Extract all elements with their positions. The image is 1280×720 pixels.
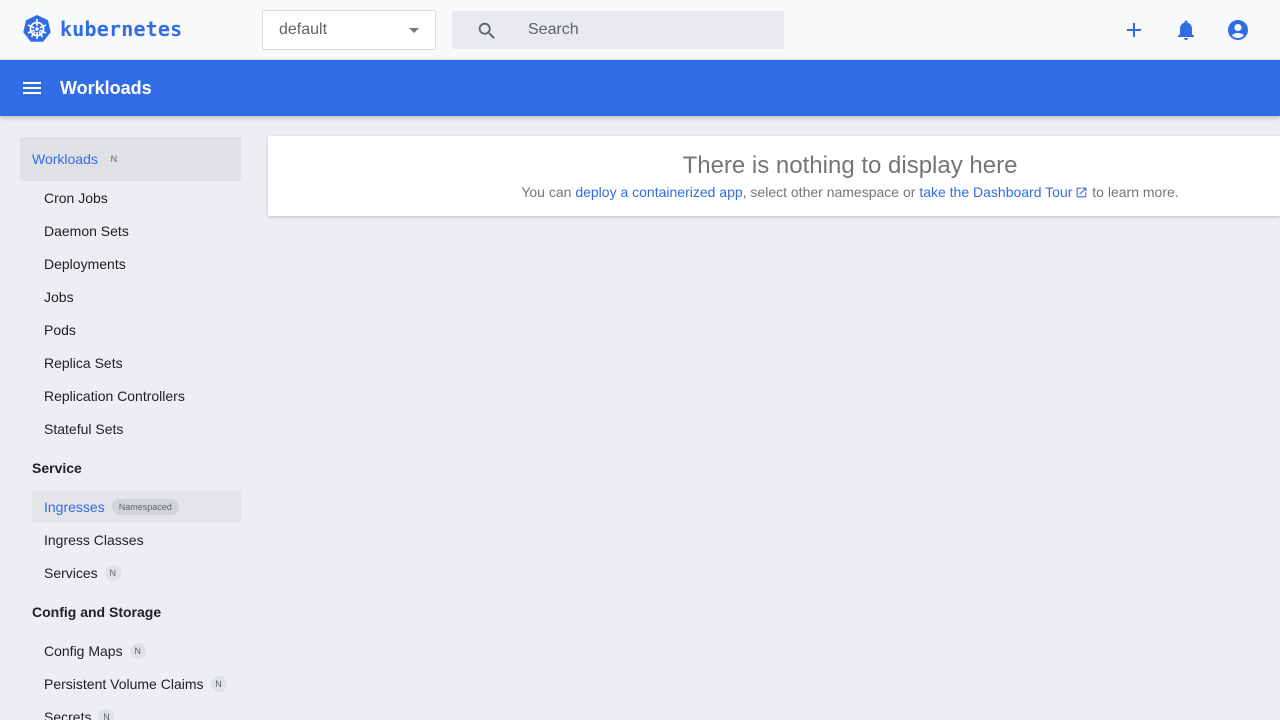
sidebar-item-replica-sets[interactable]: Replica Sets [44,353,123,373]
empty-state-title: There is nothing to display here [682,152,1018,179]
sidebar-item-replication-controllers[interactable]: Replication Controllers [44,386,185,406]
notifications-button[interactable] [1174,18,1198,47]
sidebar-item-label: Replication Controllers [44,388,185,404]
sidebar-section-config-storage[interactable]: Config and Storage [32,604,161,620]
sidebar-item-pods[interactable]: Pods [44,320,76,340]
sidebar-section-service[interactable]: Service [32,460,82,476]
search-input[interactable] [526,11,776,49]
dashboard-tour-link[interactable]: take the Dashboard Tour [919,184,1088,200]
sidebar-item-services[interactable]: Services N [44,563,121,583]
caret-down-icon [409,28,419,33]
sidebar-item-stateful-sets[interactable]: Stateful Sets [44,419,123,439]
sidebar-item-label: Pods [44,322,76,338]
search-bar [452,11,784,49]
top-bar: kubernetes default [0,0,1280,60]
deploy-app-link[interactable]: deploy a containerized app [575,184,742,200]
sidebar-item-secrets[interactable]: Secrets N [44,707,115,720]
namespaced-badge: Namespaced [111,499,179,515]
app-name: kubernetes [60,17,183,41]
search-icon[interactable] [476,20,498,42]
sidebar-item-cron-jobs[interactable]: Cron Jobs [44,188,108,208]
bell-icon [1178,20,1194,40]
page-toolbar: Workloads [0,60,1280,116]
sidebar-item-label: Secrets [44,709,92,720]
sidebar-item-daemon-sets[interactable]: Daemon Sets [44,221,129,241]
namespaced-badge: N [105,151,122,167]
sidebar-item-deployments[interactable]: Deployments [44,254,126,274]
plus-icon [1127,23,1141,37]
sidebar-item-label: Config Maps [44,643,123,659]
account-button[interactable] [1226,18,1250,47]
sidebar-item-label: Services [44,565,98,581]
create-button[interactable] [1122,18,1146,47]
sidebar-item-label: Persistent Volume Claims [44,676,204,692]
namespace-selector[interactable]: default [262,10,436,50]
kubernetes-logo-icon [23,15,51,42]
sidebar-item-persistent-volume-claims[interactable]: Persistent Volume Claims N [44,674,227,694]
kubernetes-logo[interactable]: kubernetes [22,14,182,44]
sidebar-item-label: Deployments [44,256,126,272]
sidebar-group-workloads[interactable]: Workloads N [20,137,241,181]
sidebar-item-label: Cron Jobs [44,190,108,206]
sidebar-item-ingress-classes[interactable]: Ingress Classes [44,530,144,550]
sidebar: Workloads N Cron Jobs Daemon Sets Deploy… [0,116,256,720]
namespaced-badge: N [104,565,121,581]
empty-state-message: You can deploy a containerized app, sele… [268,184,1280,200]
account-circle-icon [1228,20,1248,40]
menu-icon[interactable] [20,76,44,100]
empty-state-prefix: You can [521,184,576,200]
sidebar-item-label: Ingress Classes [44,532,144,548]
external-link-icon [1077,187,1087,198]
sidebar-item-label: Replica Sets [44,355,123,371]
sidebar-item-ingresses[interactable]: Ingresses Namespaced [32,491,241,523]
empty-state-card: There is nothing to display here You can… [268,136,1280,216]
sidebar-item-config-maps[interactable]: Config Maps N [44,641,146,661]
namespaced-badge: N [98,709,115,720]
sidebar-item-jobs[interactable]: Jobs [44,287,74,307]
empty-state-middle: , select other namespace or [742,184,920,200]
sidebar-item-label: Ingresses [44,499,105,515]
empty-state-suffix: to learn more. [1088,184,1179,200]
dashboard-tour-label: take the Dashboard Tour [919,184,1073,200]
sidebar-item-label: Daemon Sets [44,223,129,239]
sidebar-group-label: Workloads [32,151,98,167]
sidebar-item-label: Stateful Sets [44,421,124,437]
namespaced-badge: N [129,643,146,659]
namespaced-badge: N [210,676,227,692]
sidebar-item-label: Jobs [44,289,74,305]
page-title: Workloads [60,78,152,98]
namespace-selected: default [279,21,328,38]
